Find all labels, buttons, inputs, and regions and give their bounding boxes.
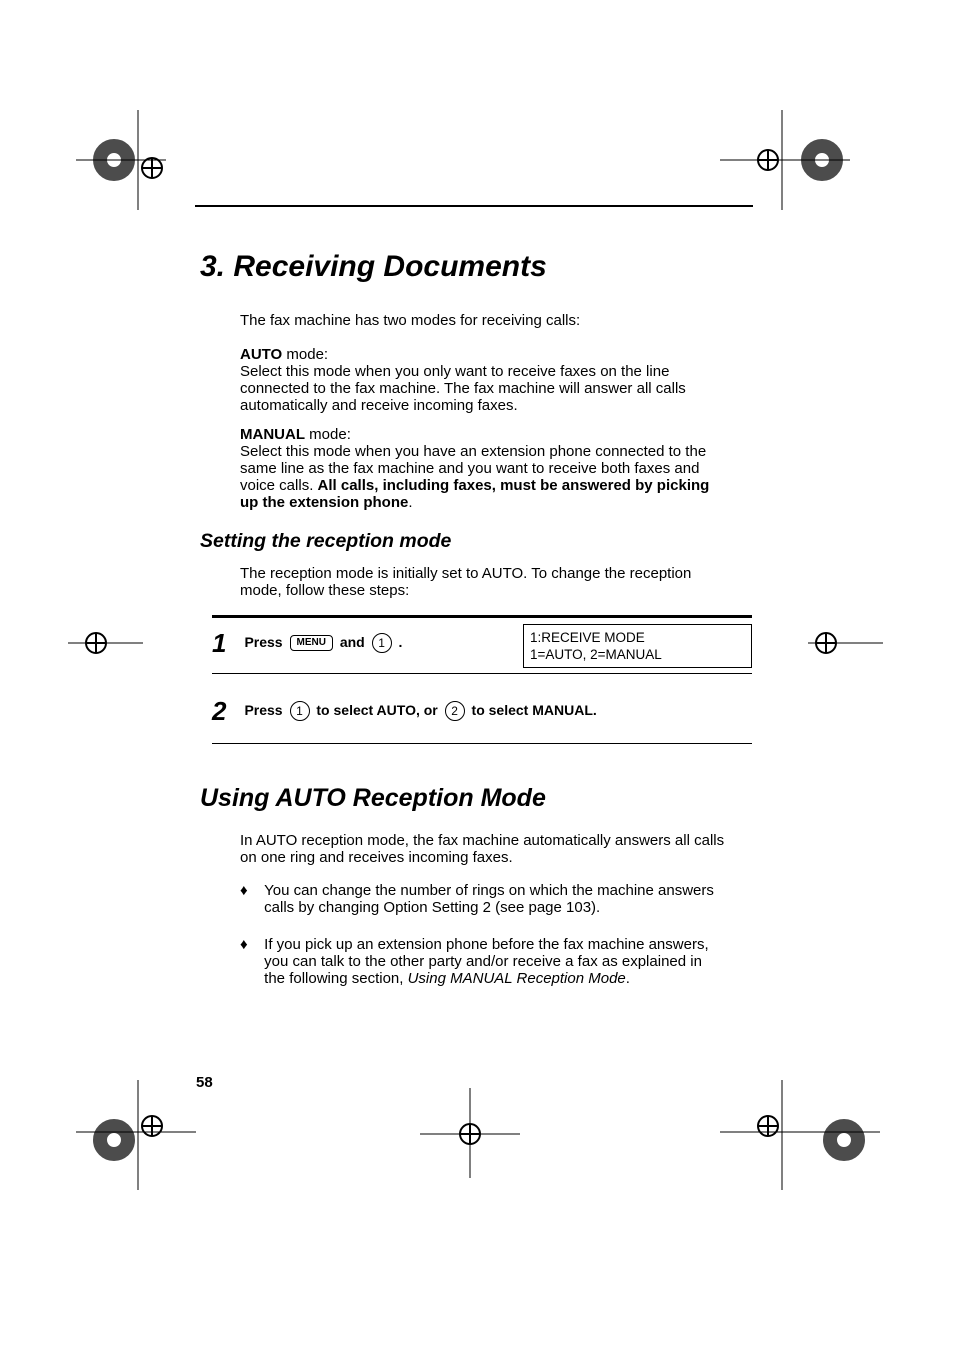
step-2: 2 Press 1 to select AUTO, or 2 to select… [212, 686, 752, 744]
crop-mark-icon [420, 1088, 520, 1178]
bullet-1-text: You can change the number of rings on wh… [264, 882, 724, 916]
lcd-line-2: 1=AUTO, 2=MANUAL [530, 646, 745, 663]
auto-body: Select this mode when you only want to r… [240, 363, 686, 414]
section-heading: Using AUTO Reception Mode [200, 784, 546, 813]
key-1-icon: 1 [290, 701, 310, 721]
mid-label: to select AUTO, or [316, 702, 441, 718]
diamond-icon: ♦ [240, 882, 260, 899]
step-1: 1 Press MENU and 1 . 1:RECEIVE MODE 1=AU… [212, 618, 752, 674]
key-2-icon: 2 [445, 701, 465, 721]
sub-intro: The reception mode is initially set to A… [240, 565, 730, 599]
step-number: 2 [212, 696, 240, 727]
manual-mode-block: MANUAL mode: Select this mode when you h… [240, 426, 730, 511]
crop-mark-icon [76, 1080, 196, 1190]
crop-mark-icon [68, 605, 143, 685]
crop-mark-icon [808, 605, 883, 685]
key-1-icon: 1 [372, 633, 392, 653]
step-number: 1 [212, 628, 240, 659]
bullet-2-tail: . [626, 970, 630, 987]
menu-key-icon: MENU [290, 635, 333, 651]
crop-mark-icon [76, 110, 166, 210]
diamond-icon: ♦ [240, 936, 260, 953]
mode-suffix: mode: [305, 426, 351, 443]
press-label: Press [244, 702, 286, 718]
header-rule [195, 205, 753, 207]
mode-suffix: mode: [282, 346, 328, 363]
manual-body-tail: . [408, 494, 412, 511]
bullet-1: ♦ You can change the number of rings on … [240, 882, 730, 916]
bullet-2-italic: Using MANUAL Reception Mode [408, 970, 626, 987]
step-1-text: Press MENU and 1 . [244, 634, 402, 650]
lcd-line-1: 1:RECEIVE MODE [530, 629, 745, 646]
period: . [399, 634, 403, 650]
bullet-2: ♦ If you pick up an extension phone befo… [240, 936, 730, 987]
auto-intro: In AUTO reception mode, the fax machine … [240, 832, 730, 866]
press-label: Press [244, 634, 286, 650]
and-label: and [340, 634, 369, 650]
lcd-display: 1:RECEIVE MODE 1=AUTO, 2=MANUAL [523, 624, 752, 668]
crop-mark-icon [720, 1080, 880, 1190]
page-number: 58 [196, 1074, 213, 1091]
auto-label: AUTO [240, 346, 282, 363]
bullet-2-text: If you pick up an extension phone before… [264, 936, 724, 987]
intro-text: The fax machine has two modes for receiv… [240, 312, 730, 329]
end-label: to select MANUAL. [472, 702, 597, 718]
step-2-text: Press 1 to select AUTO, or 2 to select M… [244, 702, 596, 718]
chapter-title: 3. Receiving Documents [200, 250, 547, 284]
auto-mode-block: AUTO mode: Select this mode when you onl… [240, 346, 730, 414]
subheading: Setting the reception mode [200, 530, 451, 553]
crop-mark-icon [720, 110, 850, 210]
manual-label: MANUAL [240, 426, 305, 443]
